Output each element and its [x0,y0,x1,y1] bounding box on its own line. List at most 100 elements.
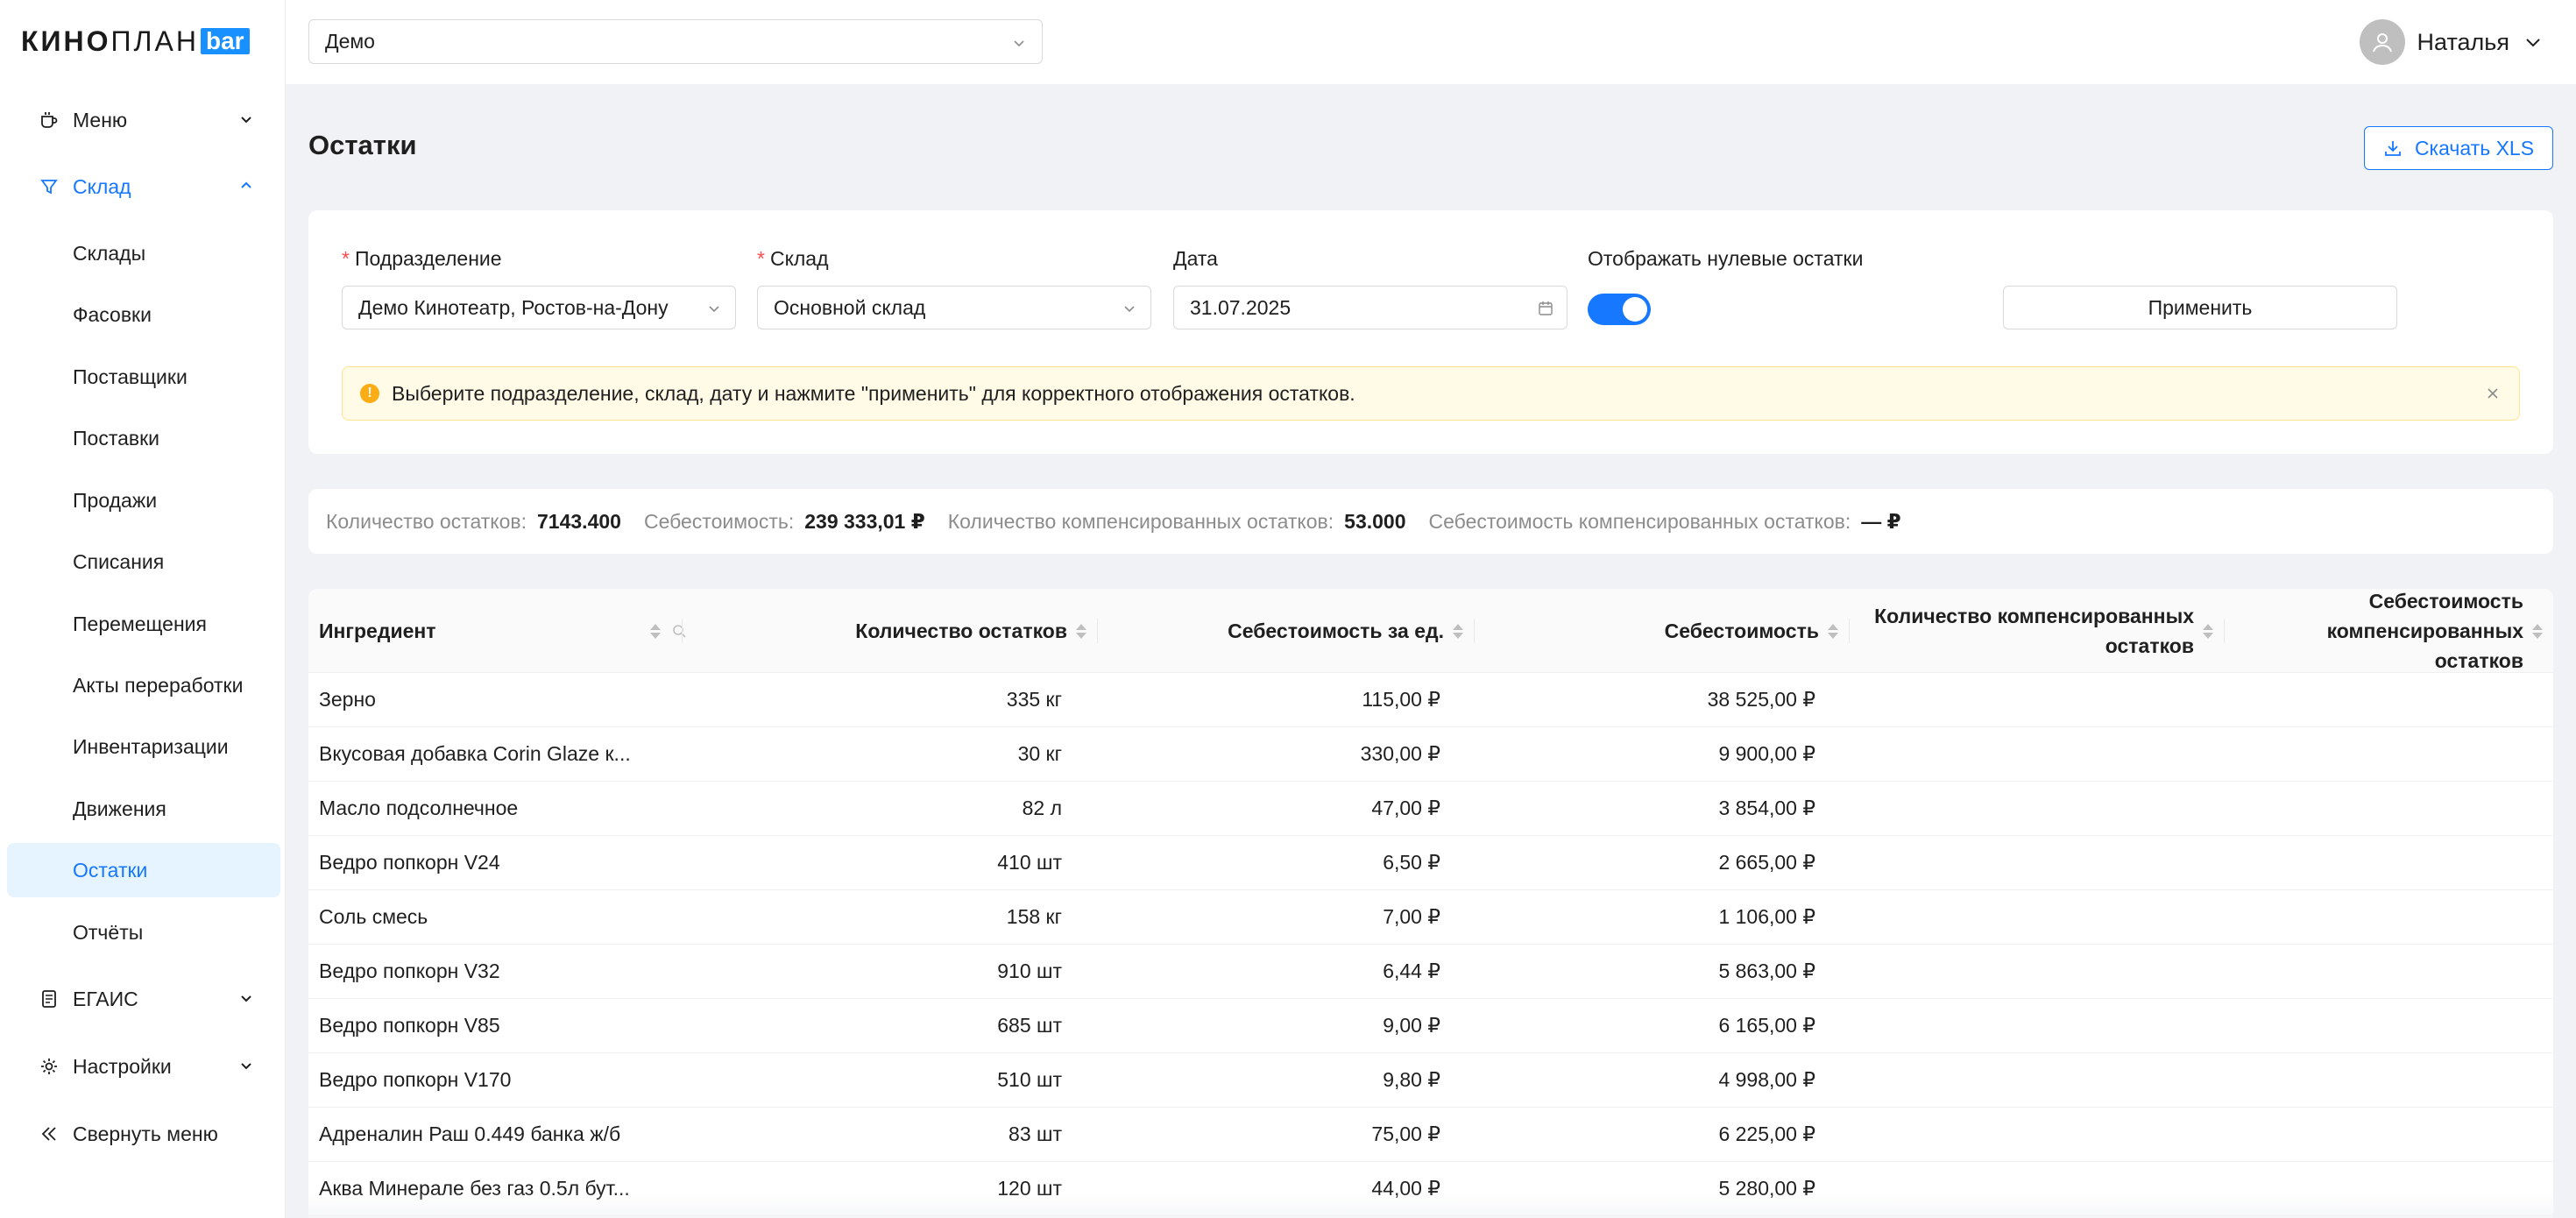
sidebar-item-inventories[interactable]: Инвентаризации [7,719,280,774]
sidebar-item-transfers[interactable]: Перемещения [7,597,280,651]
col-ingredient[interactable]: Ингредиент [319,589,687,673]
cell-qty: 910 шт [997,960,1062,982]
col-comp-cost[interactable]: Себестоимость компенсированных остатков [2234,589,2543,673]
cell-qty: 83 шт [1008,1122,1062,1145]
warning-icon: ! [360,384,379,403]
col-comp-cost-line1: Себестоимость [2368,590,2523,613]
warehouse-label: * Склад [757,247,829,271]
filter-panel: * Подразделение Демо Кинотеатр, Ростов-на… [308,210,2553,454]
user-menu[interactable]: Наталья [2359,19,2543,65]
cell-cost: 38 525,00 ₽ [1707,688,1815,711]
table-row[interactable]: Ведро попкорн V170 510 шт 9,80 ₽ 4 998,0… [308,1053,2553,1108]
sidebar-item-movements[interactable]: Движения [7,782,280,836]
chevron-down-icon [241,1063,251,1070]
sidebar-item-fasovki[interactable]: Фасовки [7,287,280,342]
col-unit-cost-label: Себестоимость за ед. [1228,620,1444,642]
calendar-icon [1539,301,1553,315]
stat-comp-qty-label: Количество компенсированных остатков: [947,509,1334,533]
nav-egais-label: ЕГАИС [73,987,138,1010]
column-divider [1474,619,1475,643]
nav-warehouse[interactable]: Склад [7,159,280,215]
cell-ingredient: Ведро попкорн V85 [319,1014,500,1037]
user-icon [2372,33,2392,53]
table-row[interactable]: Вкусовая добавка Corin Glaze к... 30 кг … [308,727,2553,782]
apply-button[interactable]: Применить [2003,286,2397,329]
close-icon[interactable] [2484,385,2502,402]
sort-icon[interactable] [650,623,661,639]
user-name: Наталья [2417,28,2509,55]
cell-cost: 6 225,00 ₽ [1718,1122,1815,1145]
org-select-value: Демо [325,30,375,53]
sort-icon[interactable] [1453,623,1463,639]
collapse-menu-button[interactable]: Свернуть меню [7,1106,280,1162]
date-picker-value: 31.07.2025 [1190,295,1292,319]
chevron-down-icon [709,306,719,313]
sort-icon[interactable] [2532,623,2543,639]
stats-summary: Количество остатков: 7143.400 Себестоимо… [308,489,2553,554]
date-label: Дата [1173,247,1218,270]
cell-unit-cost: 75,00 ₽ [1371,1122,1440,1145]
cell-cost: 9 900,00 ₽ [1718,742,1815,765]
zero-remains-toggle[interactable] [1588,294,1651,325]
col-qty-label: Количество остатков [855,620,1067,642]
sidebar-item-suppliers[interactable]: Поставщики [7,350,280,404]
warehouse-select-value: Основной склад [774,295,926,319]
warehouse-select[interactable]: Основной склад [757,286,1151,329]
brand-logo[interactable]: КИНО ПЛАН bar [21,24,250,59]
sidebar-item-sklady[interactable]: Склады [7,226,280,280]
download-icon [2385,141,2401,156]
column-divider [2224,619,2225,643]
stat-cost-value: 239 333,01 ₽ [804,509,925,533]
cell-ingredient: Ведро попкорн V170 [319,1068,512,1091]
nav-menu[interactable]: Меню [7,92,280,148]
cell-ingredient: Вкусовая добавка Corin Glaze к... [319,742,631,765]
stat-comp-cost-label: Себестоимость компенсированных остатков: [1428,509,1851,533]
sort-icon[interactable] [1828,623,1838,639]
search-icon[interactable] [671,623,687,639]
cell-unit-cost: 7,00 ₽ [1383,905,1440,928]
alert-text: Выберите подразделение, склад, дату и на… [392,381,1355,405]
column-divider [1097,619,1098,643]
toggle-knob [1623,297,1647,322]
col-unit-cost[interactable]: Себестоимость за ед. [1108,589,1463,673]
cell-cost: 5 280,00 ₽ [1718,1177,1815,1200]
division-select[interactable]: Демо Кинотеатр, Ростов-на-Дону [342,286,736,329]
sidebar-item-reports[interactable]: Отчёты [7,905,280,960]
org-select[interactable]: Демо [308,19,1043,64]
date-picker[interactable]: 31.07.2025 [1173,286,1568,329]
cell-unit-cost: 115,00 ₽ [1362,688,1440,711]
required-mark: * [757,247,765,270]
sidebar-item-writeoffs[interactable]: Списания [7,535,280,589]
col-qty[interactable]: Количество остатков [694,589,1086,673]
stat-cost-label: Себестоимость: [643,509,795,533]
double-chevron-left-icon [39,1123,60,1144]
table-row[interactable]: Аква Минерале без газ 0.5л бут... 120 шт… [308,1162,2553,1216]
stat-comp-qty-value: 53.000 [1344,509,1406,533]
table-row[interactable]: Масло подсолнечное 82 л 47,00 ₽ 3 854,00… [308,782,2553,836]
sidebar-item-processing-acts[interactable]: Акты переработки [7,658,280,712]
cell-ingredient: Адреналин Раш 0.449 банка ж/б [319,1122,621,1145]
sidebar-item-sales[interactable]: Продажи [7,473,280,528]
warehouse-label-text: Склад [769,247,829,270]
stat-qty-label: Количество остатков: [326,509,527,533]
nav-settings[interactable]: Настройки [7,1038,280,1094]
cell-cost: 3 854,00 ₽ [1718,797,1815,819]
avatar [2359,19,2405,65]
column-divider [682,619,683,643]
sort-icon[interactable] [1076,623,1086,639]
col-cost[interactable]: Себестоимость [1484,589,1838,673]
table-row[interactable]: Адреналин Раш 0.449 банка ж/б 83 шт 75,0… [308,1108,2553,1162]
table-row[interactable]: Ведро попкорн V32 910 шт 6,44 ₽ 5 863,00… [308,945,2553,999]
download-xls-button[interactable]: Скачать XLS [2364,126,2553,170]
table-row[interactable]: Зерно 335 кг 115,00 ₽ 38 525,00 ₽ [308,673,2553,727]
sidebar: КИНО ПЛАН bar Меню Склад Склады Фасовки … [0,0,286,1218]
table-row[interactable]: Ведро попкорн V85 685 шт 9,00 ₽ 6 165,00… [308,999,2553,1053]
col-comp-qty[interactable]: Количество компенсированных остатков [1859,589,2213,673]
table-row[interactable]: Соль смесь 158 кг 7,00 ₽ 1 106,00 ₽ [308,890,2553,945]
nav-settings-label: Настройки [73,1054,172,1078]
sort-icon[interactable] [2203,623,2213,639]
sidebar-item-deliveries[interactable]: Поставки [7,411,280,465]
table-row[interactable]: Ведро попкорн V24 410 шт 6,50 ₽ 2 665,00… [308,836,2553,890]
sidebar-item-remains[interactable]: Остатки [7,843,280,897]
nav-egais[interactable]: ЕГАИС [7,971,280,1027]
